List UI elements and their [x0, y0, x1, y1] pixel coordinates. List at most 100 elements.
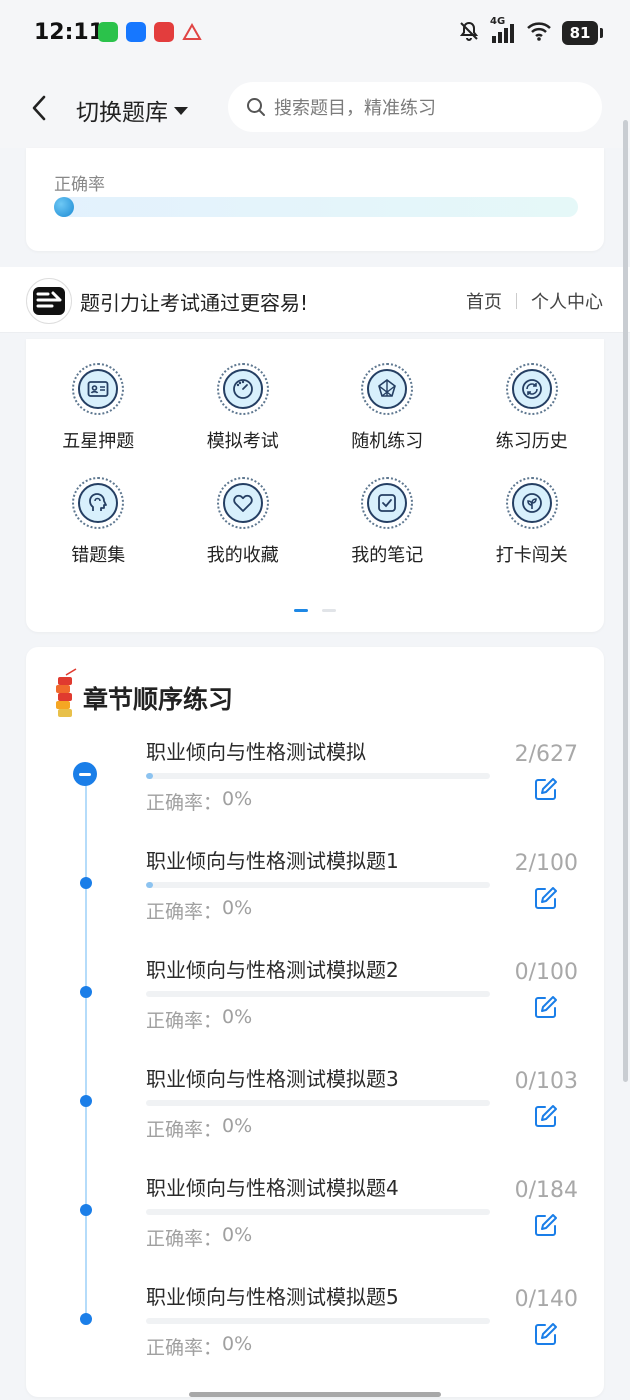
page-indicator-active[interactable] — [294, 609, 308, 612]
menu-item-mock-exam[interactable]: 模拟考试 — [171, 363, 316, 453]
chapter-section-title: 章节顺序练习 — [83, 685, 234, 714]
page-indicator[interactable] — [322, 609, 336, 612]
chapter-row[interactable]: 职业倾向与性格测试模拟题4 正确率： 0% 0/184 — [26, 1172, 604, 1281]
shuffle-icon — [378, 379, 397, 397]
chapter-title: 职业倾向与性格测试模拟 — [146, 740, 366, 764]
menu-item-label: 我的笔记 — [351, 545, 424, 566]
menu-item-label: 随机练习 — [351, 431, 424, 452]
chapter-progress-bar — [146, 882, 490, 888]
accuracy-card: 正确率 — [26, 148, 604, 251]
page-scrollbar[interactable] — [623, 120, 628, 1082]
edit-icon[interactable] — [533, 1212, 559, 1238]
menu-item-wrong-questions[interactable]: 错题集 — [26, 477, 171, 567]
leaf-icon — [521, 493, 542, 513]
chapter-accuracy: 正确率： 0% — [146, 897, 252, 924]
menu-item-notes[interactable]: 我的笔记 — [315, 477, 460, 567]
chapter-accuracy-value: 0% — [222, 897, 253, 919]
menu-item-random-practice[interactable]: 随机练习 — [315, 363, 460, 453]
chapter-accuracy-value: 0% — [222, 788, 253, 810]
chapter-accuracy-value: 0% — [222, 1224, 253, 1246]
head-icon — [89, 493, 108, 511]
menu-icon-ring — [216, 363, 269, 415]
nav-home-link[interactable]: 首页 — [466, 288, 502, 314]
menu-item-label: 五星押题 — [62, 431, 135, 452]
brand-slogan: 题引力让考试通过更容易! — [80, 291, 309, 315]
chapter-title: 职业倾向与性格测试模拟题3 — [146, 1067, 399, 1091]
menu-item-five-star[interactable]: 五星押题 — [26, 363, 171, 453]
search-placeholder: 搜索题目，精准练习 — [274, 98, 436, 119]
accuracy-label: 正确率 — [54, 175, 105, 195]
menu-item-history[interactable]: 练习历史 — [460, 363, 605, 453]
chapter-count: 2/627 — [514, 742, 578, 767]
chevron-left-icon — [32, 95, 46, 121]
accuracy-progress-bar — [54, 197, 578, 217]
feature-menu: 五星押题 模拟考试 随机练习 练习历史 错题集 我的收藏 我的笔记 打卡闯关 — [26, 339, 604, 632]
menu-item-favorites[interactable]: 我的收藏 — [171, 477, 316, 567]
brand-banner: 题引力让考试通过更容易! 首页 个人中心 — [0, 267, 630, 333]
chapter-progress-bar — [146, 773, 490, 779]
menu-icon-ring — [361, 363, 414, 415]
chapter-title: 职业倾向与性格测试模拟题1 — [146, 849, 399, 873]
menu-icon-ring — [505, 363, 558, 415]
collapse-node-icon[interactable] — [73, 762, 97, 786]
menu-icon-ring — [72, 363, 125, 415]
menu-item-label: 错题集 — [71, 545, 126, 566]
chapter-row[interactable]: 职业倾向与性格测试模拟题3 正确率： 0% 0/103 — [26, 1063, 604, 1172]
menu-item-label: 练习历史 — [495, 431, 568, 452]
edit-icon[interactable] — [533, 776, 559, 802]
chapter-row[interactable]: 职业倾向与性格测试模拟 正确率： 0% 2/627 — [26, 736, 604, 845]
accuracy-progress-knob — [54, 197, 74, 217]
menu-item-label: 我的收藏 — [206, 545, 279, 566]
menu-icon-ring — [361, 477, 414, 529]
chapter-count: 0/103 — [514, 1069, 578, 1094]
chapter-accuracy-label: 正确率： — [146, 1228, 223, 1250]
edit-icon[interactable] — [533, 994, 559, 1020]
chapter-progress-fill — [146, 882, 153, 888]
chapter-progress-fill — [146, 773, 153, 779]
chapter-accuracy: 正确率： 0% — [146, 1224, 252, 1251]
gauge-icon — [232, 379, 253, 399]
wechat-icon — [98, 22, 118, 42]
nav-profile-link[interactable]: 个人中心 — [531, 288, 603, 314]
timeline-node — [80, 986, 92, 998]
chapter-count: 0/184 — [514, 1178, 578, 1203]
timeline-node — [80, 877, 92, 889]
chapter-accuracy-label: 正确率： — [146, 901, 223, 923]
menu-item-checkin[interactable]: 打卡闯关 — [460, 477, 605, 567]
history-icon — [521, 379, 542, 399]
brand-logo — [26, 278, 72, 324]
back-button[interactable] — [26, 92, 56, 124]
chapter-count: 0/140 — [514, 1287, 578, 1312]
signal-icon: 4G — [490, 16, 516, 44]
chapter-row[interactable]: 职业倾向与性格测试模拟题5 正确率： 0% 0/140 — [26, 1281, 604, 1390]
feature-grid: 五星押题 模拟考试 随机练习 练习历史 错题集 我的收藏 我的笔记 打卡闯关 — [26, 363, 604, 567]
chapter-progress-bar — [146, 1209, 490, 1215]
menu-icon-ring — [216, 477, 269, 529]
status-right: 4G 81 — [458, 16, 603, 46]
battery-indicator: 81 — [562, 21, 603, 45]
caret-down-icon — [174, 107, 188, 115]
edit-icon[interactable] — [533, 1103, 559, 1129]
chapter-count: 2/100 — [514, 851, 578, 876]
edit-icon[interactable] — [533, 1321, 559, 1347]
chapter-title: 职业倾向与性格测试模拟题5 — [146, 1285, 399, 1309]
nav-divider — [516, 293, 517, 309]
menu-item-label: 打卡闯关 — [495, 545, 568, 566]
chapter-accuracy-label: 正确率： — [146, 1010, 223, 1032]
chapter-title: 职业倾向与性格测试模拟题4 — [146, 1176, 399, 1200]
status-time: 12:11 — [34, 20, 105, 45]
chapter-accuracy-label: 正确率： — [146, 1119, 223, 1141]
chapter-row[interactable]: 职业倾向与性格测试模拟题1 正确率： 0% 2/100 — [26, 845, 604, 954]
question-bank-switcher[interactable]: 切换题库 — [76, 93, 188, 127]
search-input[interactable]: 搜索题目，精准练习 — [228, 82, 602, 132]
edit-icon[interactable] — [533, 885, 559, 911]
home-indicator[interactable] — [189, 1392, 441, 1397]
menu-icon-ring — [505, 477, 558, 529]
chapter-accuracy-label: 正确率： — [146, 1337, 223, 1359]
timeline-node — [80, 1095, 92, 1107]
chapter-row[interactable]: 职业倾向与性格测试模拟题2 正确率： 0% 0/100 — [26, 954, 604, 1063]
status-bar: 12:11 4G 81 — [0, 0, 630, 68]
chapter-accuracy-label: 正确率： — [146, 792, 223, 814]
chapter-accuracy-value: 0% — [222, 1006, 253, 1028]
chapter-progress-bar — [146, 991, 490, 997]
